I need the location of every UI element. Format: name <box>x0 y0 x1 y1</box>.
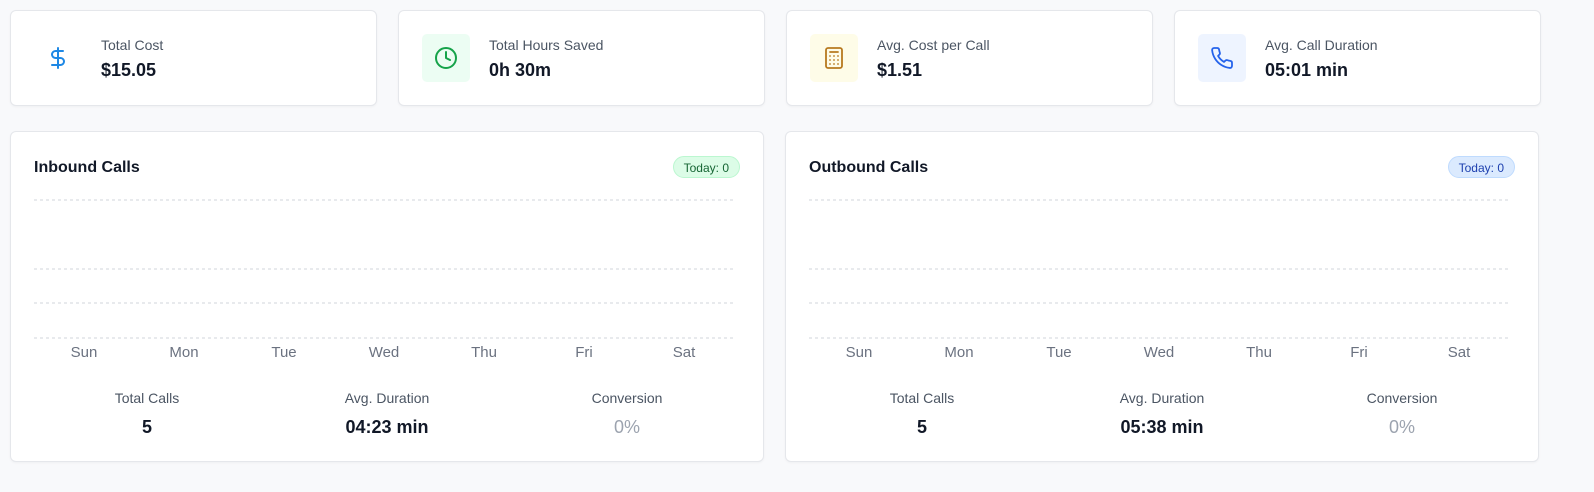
tick-label: Wed <box>1144 344 1175 361</box>
metric-label: Conversion <box>1366 390 1438 406</box>
stats-row: Total Cost $15.05 Total Hours Saved 0h 3… <box>10 10 1541 106</box>
outbound-metrics: Total Calls 5 Avg. Duration 05:38 min Co… <box>786 389 1538 438</box>
metric-label: Total Calls <box>114 390 180 406</box>
inbound-chart: Sun Mon Tue Wed Thu Fri Sat <box>34 198 735 363</box>
tick-label: Thu <box>1246 344 1272 361</box>
tick-label: Sun <box>846 344 873 361</box>
tick-label: Fri <box>1350 344 1368 361</box>
tick-label: Sat <box>1448 344 1471 361</box>
metric-value: 0% <box>613 417 640 437</box>
stat-value: 0h 30m <box>489 59 552 80</box>
metric-value: 5 <box>141 417 152 437</box>
tick-label: Tue <box>1046 344 1071 361</box>
stat-label: Avg. Cost per Call <box>877 36 990 53</box>
metric-value: 5 <box>916 417 927 437</box>
chart-title: Outbound Calls <box>809 159 929 176</box>
tick-label: Fri <box>575 344 593 361</box>
metric-label: Conversion <box>591 390 663 406</box>
metric-label: Avg. Duration <box>344 390 430 406</box>
charts-row: Inbound Calls Today: 0 Sun Mon Tue Wed T… <box>10 131 1539 462</box>
metric-conversion: Conversion 0% <box>1282 389 1522 438</box>
chart-title: Inbound Calls <box>34 159 140 176</box>
today-badge: Today: 0 <box>1447 156 1515 178</box>
phone-icon <box>1198 34 1246 82</box>
inbound-metrics: Total Calls 5 Avg. Duration 04:23 min Co… <box>11 389 763 438</box>
stat-value: 05:01 min <box>1265 59 1349 80</box>
inbound-calls-card: Inbound Calls Today: 0 Sun Mon Tue Wed T… <box>10 131 764 462</box>
outbound-calls-card: Outbound Calls Today: 0 Sun Mon Tue Wed … <box>785 131 1539 462</box>
stat-value: $15.05 <box>101 59 157 80</box>
tick-label: Sat <box>673 344 696 361</box>
tick-label: Mon <box>169 344 198 361</box>
stat-card-total-cost: Total Cost $15.05 <box>10 10 377 106</box>
tick-label: Thu <box>471 344 497 361</box>
tick-label: Mon <box>944 344 973 361</box>
stat-value: $1.51 <box>877 59 923 80</box>
stat-card-avg-duration: Avg. Call Duration 05:01 min <box>1174 10 1541 106</box>
tick-label: Tue <box>271 344 296 361</box>
metric-value: 0% <box>1388 417 1415 437</box>
metric-value: 04:23 min <box>345 417 429 437</box>
metric-total-calls: Total Calls 5 <box>802 389 1042 438</box>
outbound-chart: Sun Mon Tue Wed Thu Fri Sat <box>809 198 1510 363</box>
dollar-icon <box>34 34 82 82</box>
tick-label: Wed <box>369 344 400 361</box>
metric-avg-duration: Avg. Duration 04:23 min <box>267 389 507 438</box>
tick-label: Sun <box>71 344 98 361</box>
stat-label: Total Hours Saved <box>489 36 604 53</box>
calculator-icon <box>810 34 858 82</box>
metric-label: Avg. Duration <box>1119 390 1205 406</box>
metric-label: Total Calls <box>889 390 955 406</box>
clock-icon <box>422 34 470 82</box>
metric-total-calls: Total Calls 5 <box>27 389 267 438</box>
metric-conversion: Conversion 0% <box>507 389 747 438</box>
metric-avg-duration: Avg. Duration 05:38 min <box>1042 389 1282 438</box>
dashboard: Total Cost $15.05 Total Hours Saved 0h 3… <box>0 0 1594 492</box>
stat-label: Total Cost <box>101 36 164 53</box>
stat-label: Avg. Call Duration <box>1265 36 1378 53</box>
metric-value: 05:38 min <box>1120 417 1204 437</box>
stat-card-hours-saved: Total Hours Saved 0h 30m <box>398 10 765 106</box>
today-badge: Today: 0 <box>672 156 740 178</box>
stat-card-avg-cost: Avg. Cost per Call $1.51 <box>786 10 1153 106</box>
